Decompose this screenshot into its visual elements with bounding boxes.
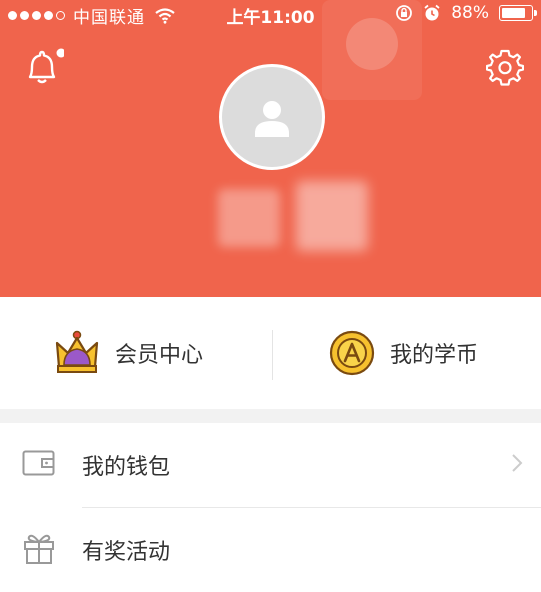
- list-item-wallet[interactable]: 我的钱包: [0, 423, 541, 507]
- member-center-label: 会员中心: [115, 343, 204, 368]
- my-coins-button[interactable]: 我的学币: [328, 297, 478, 409]
- profile-header: 中国联通 上午11:00 88%: [0, 0, 541, 297]
- membership-divider: [272, 330, 273, 380]
- section-gap: [0, 409, 541, 423]
- gift-icon: [22, 531, 56, 569]
- battery-percentage: 88%: [451, 3, 489, 23]
- rotation-lock-icon: [396, 5, 413, 21]
- status-right: 88%: [395, 3, 537, 23]
- gear-icon[interactable]: [485, 48, 525, 90]
- chevron-right-icon: [511, 453, 523, 477]
- bell-icon[interactable]: [22, 47, 66, 91]
- rewards-label: 有奖活动: [82, 540, 171, 565]
- coin-a-icon: [329, 330, 375, 376]
- battery-icon: [499, 5, 537, 21]
- member-center-button[interactable]: 会员中心: [53, 297, 203, 409]
- membership-row: 会员中心 我的学币: [0, 297, 541, 409]
- status-bar: 中国联通 上午11:00 88%: [0, 0, 541, 28]
- user-avatar-icon: [255, 101, 289, 137]
- alarm-icon: [424, 4, 440, 21]
- my-coins-label: 我的学币: [390, 343, 479, 368]
- battery-level: [502, 8, 525, 18]
- avatar[interactable]: [219, 64, 325, 170]
- wallet-icon: [22, 450, 56, 480]
- blurred-username: [218, 181, 368, 261]
- list-item-rewards[interactable]: 有奖活动: [0, 508, 541, 592]
- crown-icon: [55, 330, 99, 373]
- wallet-label: 我的钱包: [82, 455, 171, 480]
